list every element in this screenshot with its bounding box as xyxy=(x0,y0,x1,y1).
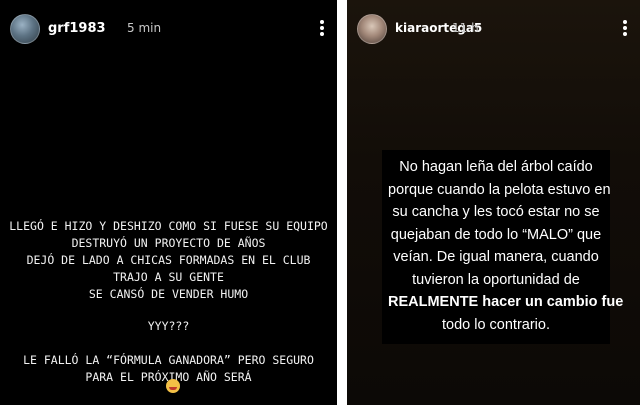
story-text-card: No hagan leña del árbol caído porque cua… xyxy=(382,150,624,344)
story-text-line: su cancha y les tocó estar no se xyxy=(392,204,600,220)
post-time: 11 h xyxy=(452,21,479,35)
story-text-line: DEJÓ DE LADO A CHICAS FORMADAS EN EL CLU… xyxy=(26,253,311,267)
username[interactable]: grf1983 xyxy=(48,21,106,36)
story-text-line: YYY??? xyxy=(147,319,190,333)
story-text-line: todo lo contrario. xyxy=(441,316,550,333)
story-text-line: DESTRUYÓ UN PROYECTO DE AÑOS xyxy=(71,236,266,250)
story-text-line: REALMENTE hacer un cambio fue xyxy=(388,294,624,310)
story-text-line: tuvieron la oportunidad de xyxy=(412,271,580,288)
story-text-line: TRAJO A SU GENTE xyxy=(113,270,224,284)
story-text-line: SE CANSÓ DE VENDER HUMO xyxy=(88,287,249,301)
story-header: grf1983 5 min xyxy=(10,14,327,44)
story-right: kiaraortega5 11 h No hagan leña del árbo… xyxy=(347,0,640,405)
story-question: YYY??? xyxy=(0,318,337,335)
more-options-icon[interactable] xyxy=(317,18,327,38)
story-text-line: porque cuando la pelota estuvo en xyxy=(388,181,611,198)
post-time: 5 min xyxy=(127,21,162,35)
story-text-line: quejaban de todo lo “MALO” que xyxy=(390,226,602,243)
clown-face-emoji-icon xyxy=(166,379,180,393)
more-options-icon[interactable] xyxy=(620,18,630,38)
story-text-line: LE FALLÓ LA “FÓRMULA GANADORA” PERO SEGU… xyxy=(23,353,314,367)
story-text-line: LLEGÓ E HIZO Y DESHIZO COMO SI FUESE SU … xyxy=(9,219,328,233)
story-header: kiaraortega5 11 h xyxy=(357,14,630,44)
avatar[interactable] xyxy=(357,14,387,44)
story-text-block: LLEGÓ E HIZO Y DESHIZO COMO SI FUESE SU … xyxy=(0,218,337,303)
story-left: grf1983 5 min LLEGÓ E HIZO Y DESHIZO COM… xyxy=(0,0,337,405)
avatar[interactable] xyxy=(10,14,40,44)
story-text-line: No hagan leña del árbol caído xyxy=(399,159,593,175)
story-text-line: veían. De igual manera, cuando xyxy=(393,249,599,265)
